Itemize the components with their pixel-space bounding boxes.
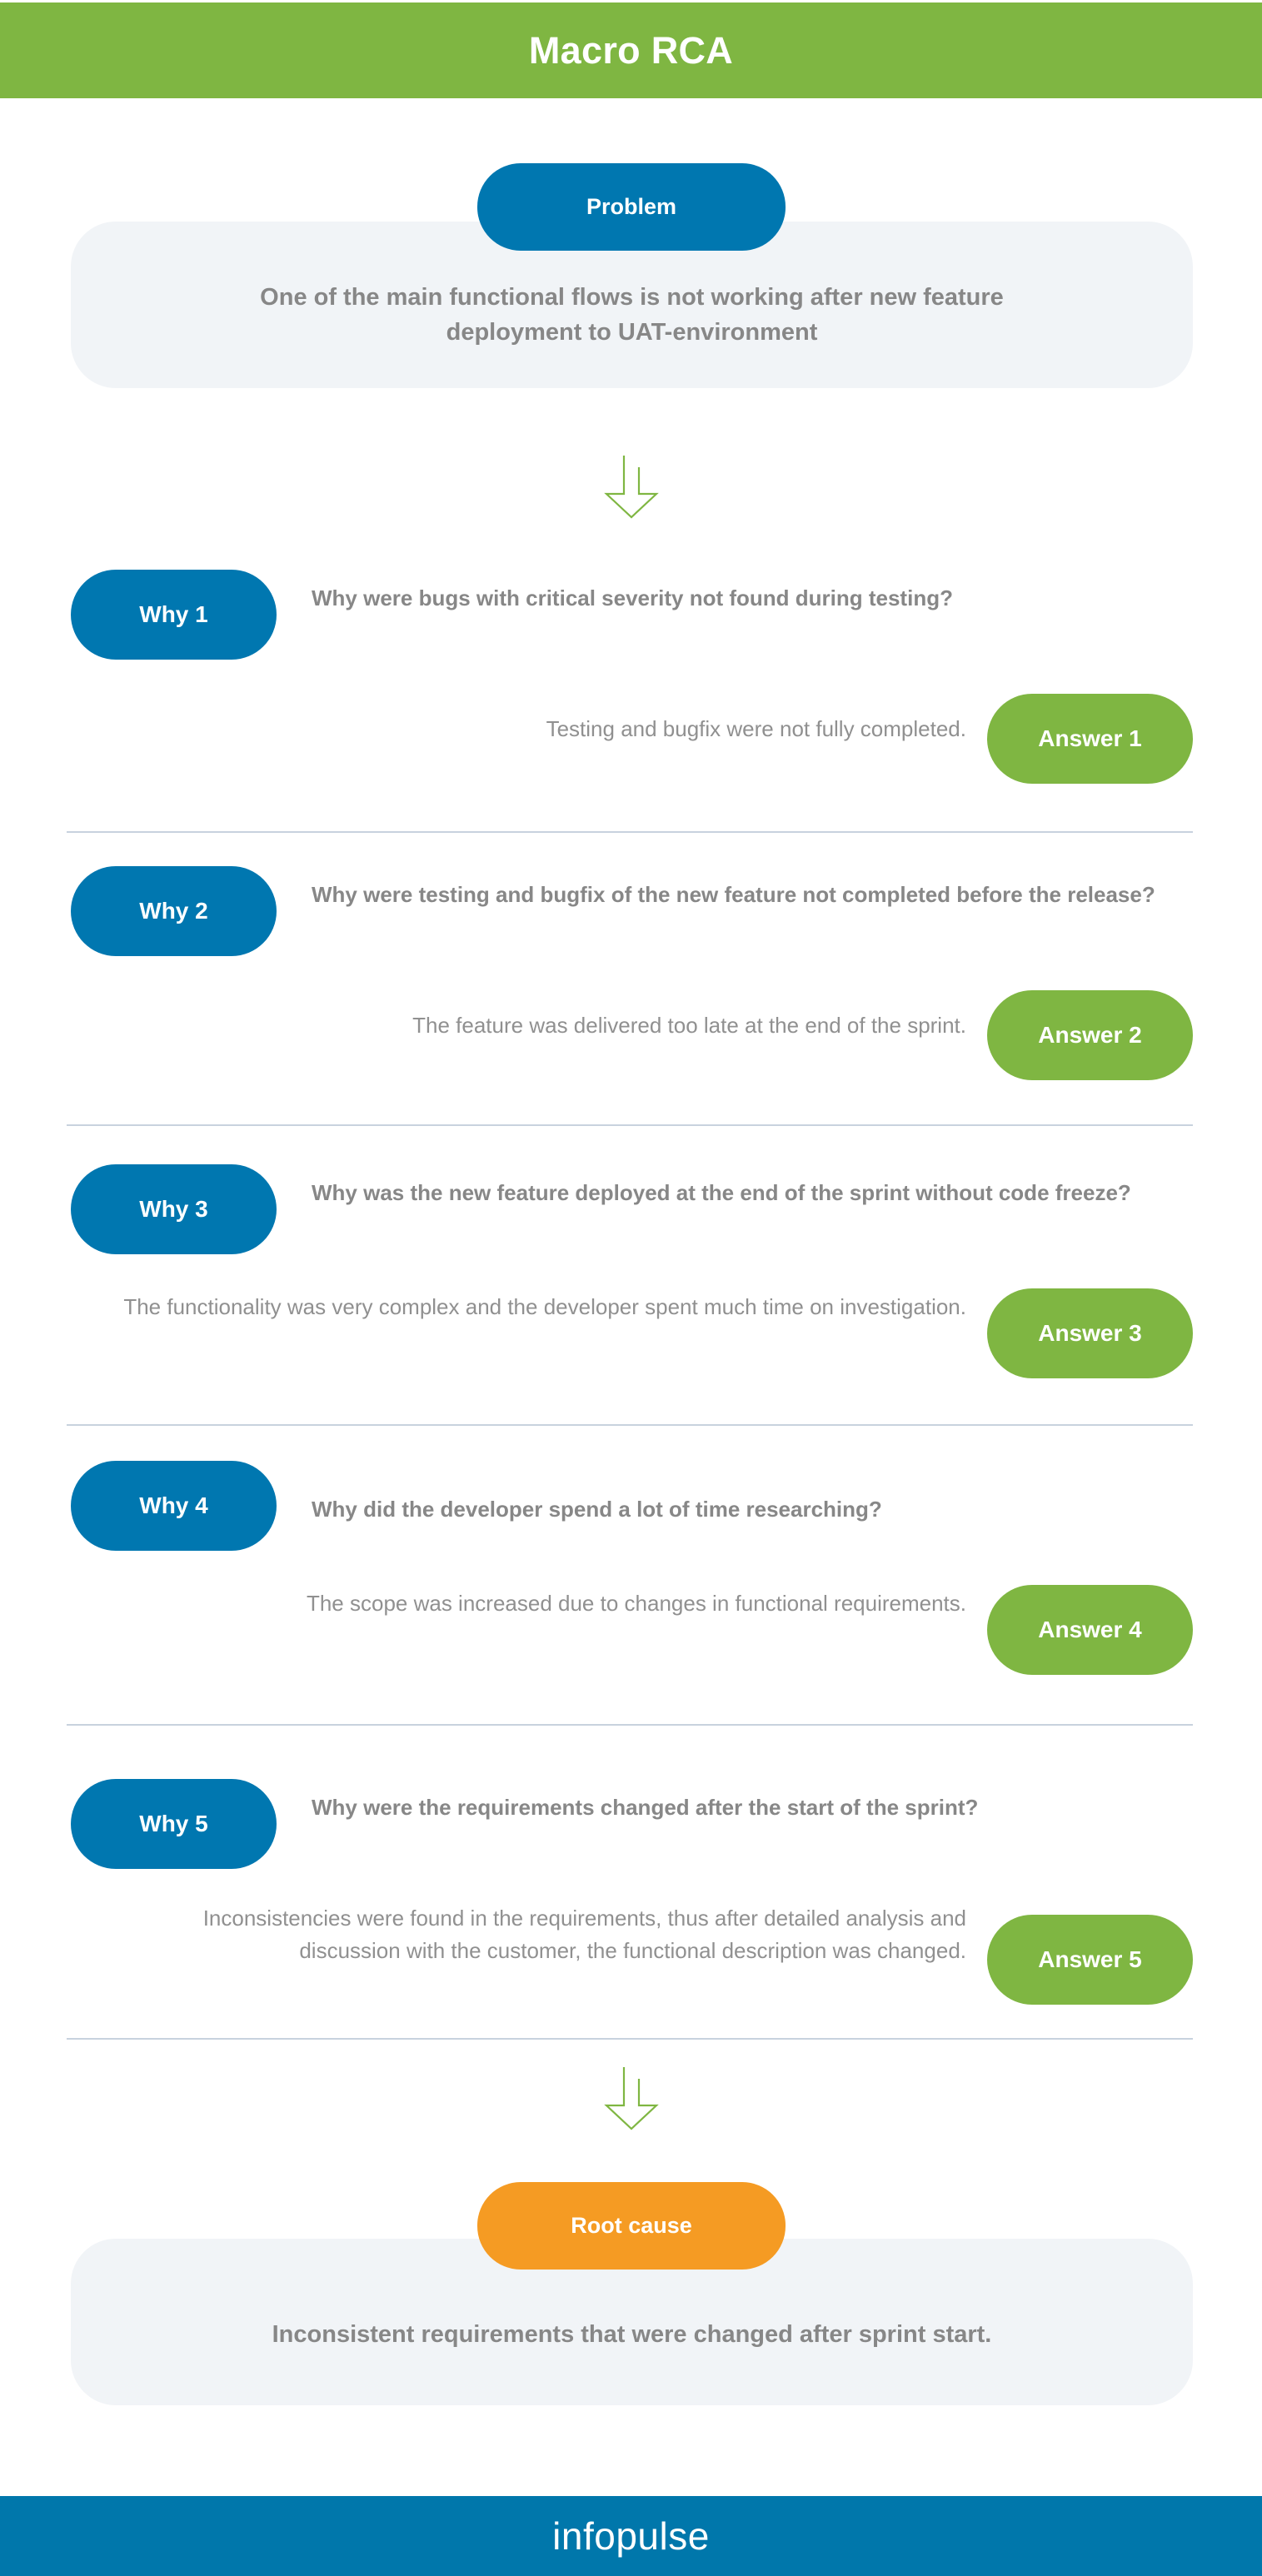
- answer-text-4: The scope was increased due to changes i…: [306, 1591, 966, 1616]
- answer-pill-3[interactable]: Answer 3: [987, 1288, 1193, 1378]
- answer-pill-label: Answer 4: [1038, 1617, 1142, 1642]
- why-pill-4[interactable]: Why 4: [71, 1461, 277, 1551]
- row-divider: [67, 1424, 1193, 1426]
- why-question-5: Why were the requirements changed after …: [312, 1795, 979, 1820]
- answer-text-3: The functionality was very complex and t…: [123, 1294, 966, 1319]
- why-pill-2[interactable]: Why 2: [71, 866, 277, 956]
- why-pill-label: Why 1: [139, 601, 208, 627]
- infopulse-logo: infopulse: [552, 2514, 710, 2558]
- page-title: Macro RCA: [528, 29, 734, 72]
- why-row: Why 2 Why were testing and bugfix of the…: [0, 866, 1262, 1153]
- answer-text-1: Testing and bugfix were not fully comple…: [546, 716, 966, 741]
- why-pill-1[interactable]: Why 1: [71, 570, 277, 660]
- why-question-4: Why did the developer spend a lot of tim…: [312, 1497, 882, 1522]
- root-cause-text: Inconsistent requirements that were chan…: [272, 2320, 992, 2348]
- answer-pill-2[interactable]: Answer 2: [987, 990, 1193, 1080]
- why-row: Why 1 Why were bugs with critical severi…: [0, 570, 1262, 857]
- problem-pill[interactable]: Problem: [477, 163, 786, 251]
- why-pill-5[interactable]: Why 5: [71, 1779, 277, 1869]
- page-footer: infopulse: [0, 2496, 1262, 2576]
- root-cause-section: Inconsistent requirements that were chan…: [0, 2182, 1262, 2449]
- why-pill-label: Why 5: [139, 1811, 208, 1836]
- arrow-down-icon: [603, 456, 659, 519]
- why-row: Why 3 Why was the new feature deployed a…: [0, 1164, 1262, 1452]
- why-question-2: Why were testing and bugfix of the new f…: [312, 882, 1155, 907]
- why-question-3: Why was the new feature deployed at the …: [312, 1180, 1131, 1205]
- why-pill-label: Why 4: [139, 1492, 208, 1518]
- why-pill-label: Why 3: [139, 1196, 208, 1222]
- row-divider: [67, 831, 1193, 833]
- row-divider: [67, 2038, 1193, 2040]
- why-row: Why 4 Why did the developer spend a lot …: [0, 1461, 1262, 1748]
- page-header: Macro RCA: [0, 2, 1262, 98]
- answer-text-2: The feature was delivered too late at th…: [412, 1013, 966, 1038]
- problem-pill-label: Problem: [586, 194, 677, 219]
- flow-arrow-bottom: [0, 2065, 1262, 2130]
- arrow-down-icon: [603, 2067, 659, 2130]
- root-cause-pill[interactable]: Root cause: [477, 2182, 786, 2270]
- problem-section: One of the main functional flows is not …: [0, 163, 1262, 430]
- answer-pill-4[interactable]: Answer 4: [987, 1585, 1193, 1675]
- answer-pill-label: Answer 5: [1038, 1946, 1142, 1972]
- problem-text: One of the main functional flows is not …: [260, 283, 1004, 346]
- answer-text-5: Inconsistencies were found in the requir…: [202, 1906, 966, 1963]
- answer-pill-1[interactable]: Answer 1: [987, 694, 1193, 784]
- answer-pill-label: Answer 2: [1038, 1022, 1142, 1048]
- root-cause-pill-label: Root cause: [571, 2213, 692, 2238]
- why-pill-3[interactable]: Why 3: [71, 1164, 277, 1254]
- why-pill-label: Why 2: [139, 898, 208, 924]
- row-divider: [67, 1724, 1193, 1726]
- row-divider: [67, 1124, 1193, 1126]
- answer-pill-5[interactable]: Answer 5: [987, 1915, 1193, 2005]
- answer-pill-label: Answer 3: [1038, 1320, 1142, 1346]
- why-row: Why 5 Why were the requirements changed …: [0, 1779, 1262, 2087]
- flow-arrow-top: [0, 454, 1262, 519]
- why-question-1: Why were bugs with critical severity not…: [312, 585, 953, 610]
- answer-pill-label: Answer 1: [1038, 725, 1142, 751]
